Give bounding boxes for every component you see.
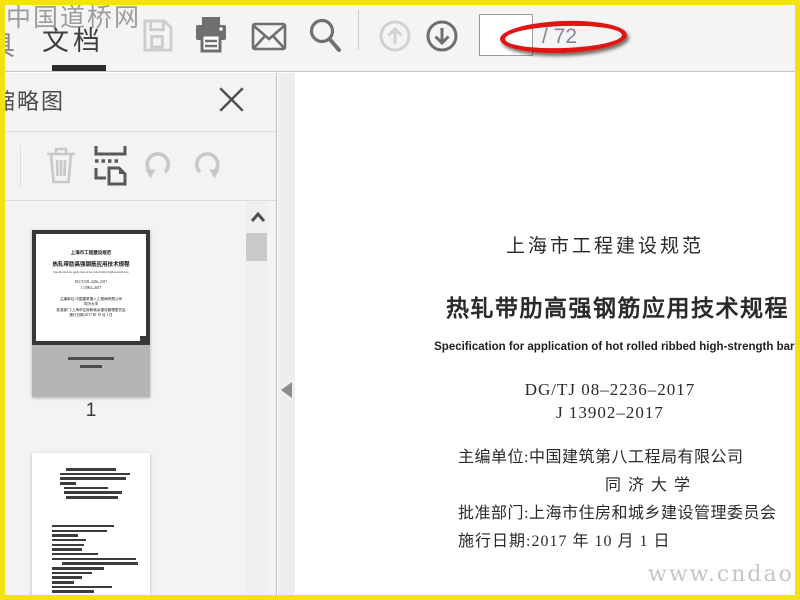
doc-title-english: Specification for application of hot rol…: [434, 341, 800, 353]
doc-effective-date: 施行日期:2017 年 10 月 1 日: [458, 533, 671, 550]
thumbnail-page-1[interactable]: 上海市工程建设规范 热轧带肋高强钢筋应用技术规程 Specification f…: [32, 230, 150, 397]
doc-title: 热轧带肋高强钢筋应用技术规程: [446, 296, 789, 321]
rotate-left-icon[interactable]: [141, 149, 174, 183]
doc-approval-dept: 批准部门:上海市住房和城乡建设管理委员会: [458, 505, 777, 522]
doc-heading: 上海市工程建设规范: [505, 236, 704, 257]
panel-header-divider: [0, 131, 276, 132]
previous-page-icon[interactable]: [378, 19, 412, 53]
toolbar-separator: [358, 10, 359, 50]
thumbnail-page-2[interactable]: [32, 453, 150, 600]
close-panel-icon[interactable]: [218, 86, 245, 113]
rotate-right-icon[interactable]: [191, 149, 224, 183]
thumb-toolbar-divider: [0, 200, 276, 201]
thumbnail-dimmed-area: [32, 345, 150, 397]
thumbnails-panel: 缩略图 上海市工程建设规范 热轧带肋高强钢筋应用技术规程 Specificati…: [0, 73, 277, 600]
panel-gutter: [278, 73, 295, 600]
print-icon[interactable]: [194, 16, 228, 54]
email-icon[interactable]: [251, 22, 287, 51]
extract-pages-icon[interactable]: [93, 144, 128, 187]
active-tab-underline: [52, 65, 106, 71]
thumb-toolbar-separator: [20, 145, 21, 186]
pdf-viewer-window: 具 文档 / 72 缩略图 上海市工程建设规范 热轧带肋高强钢筋应用技术规程 S…: [0, 0, 800, 600]
save-icon[interactable]: [142, 18, 173, 53]
panel-title: 缩略图: [0, 89, 66, 114]
scroll-up-icon[interactable]: [250, 211, 266, 223]
doc-record-code: J 13902–2017: [556, 403, 664, 422]
thumbnail-scrollbar-thumb[interactable]: [246, 233, 267, 261]
watermark-bottom-right: www.cndao.com: [648, 562, 800, 587]
next-page-icon[interactable]: [425, 19, 459, 53]
watermark-top-left: 中国道桥网: [6, 3, 142, 32]
doc-chief-editor: 主编单位:中国建筑第八工程局有限公司: [458, 449, 744, 466]
thumbnail-1-page-number: 1: [85, 400, 97, 421]
doc-standard-code: DG/TJ 08–2236–2017: [524, 380, 696, 399]
search-icon[interactable]: [308, 17, 344, 55]
viewport-resize-handle[interactable]: [140, 336, 149, 345]
viewport-indicator[interactable]: [32, 230, 150, 345]
collapse-panel-icon[interactable]: [281, 382, 292, 398]
document-page: 上海市工程建设规范 热轧带肋高强钢筋应用技术规程 Specification f…: [295, 73, 800, 600]
doc-chief-editor-2: 同济大学: [605, 477, 698, 494]
delete-page-icon[interactable]: [44, 145, 78, 186]
